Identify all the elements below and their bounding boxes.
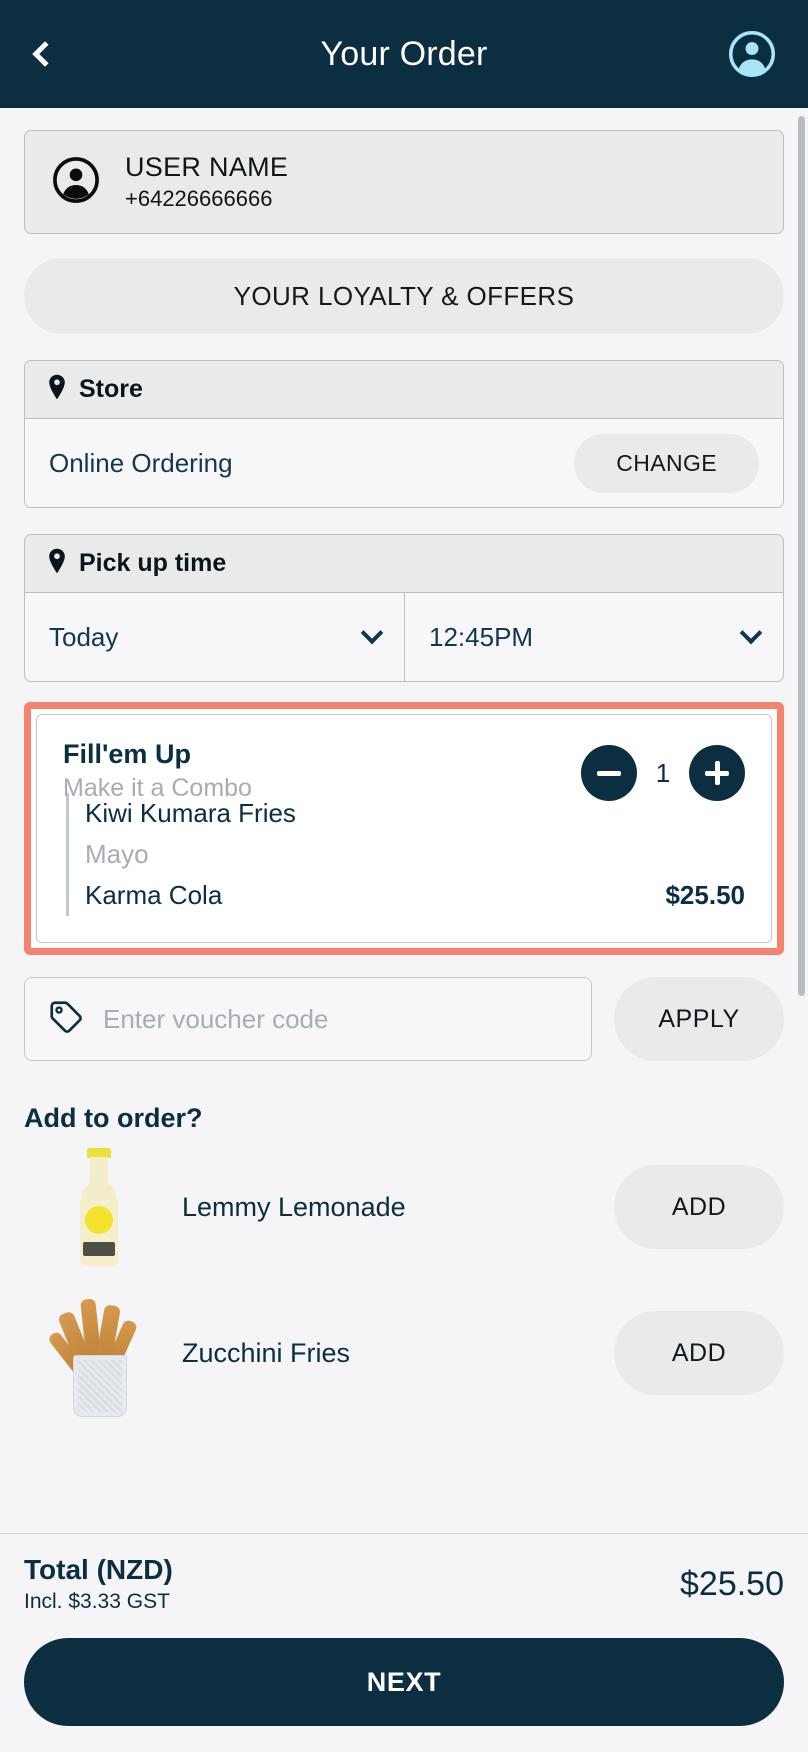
account-circle-icon[interactable]: [726, 28, 778, 80]
product-name: Lemmy Lemonade: [182, 1191, 406, 1222]
gst-label: Incl. $3.33 GST: [24, 1590, 170, 1613]
user-card[interactable]: USER NAME +64226666666: [24, 130, 784, 234]
store-row: Online Ordering CHANGE: [25, 419, 783, 507]
decrease-quantity-button[interactable]: [581, 745, 637, 801]
scroll-body[interactable]: USER NAME +64226666666 YOUR LOYALTY & OF…: [0, 108, 808, 1533]
chevron-down-icon: [739, 621, 763, 645]
pickup-time-card: Pick up time Today 12:45PM: [24, 534, 784, 682]
pickup-time-select[interactable]: 12:45PM: [404, 593, 783, 681]
location-pin-icon: [47, 548, 67, 579]
change-store-button[interactable]: CHANGE: [574, 433, 759, 493]
pickup-day-value: Today: [49, 621, 119, 652]
voucher-input-wrapper[interactable]: [24, 977, 592, 1061]
store-name: Online Ordering: [49, 447, 233, 478]
order-item-name: Fill'em Up: [63, 739, 191, 769]
total-amount: $25.50: [680, 1564, 784, 1603]
chevron-down-icon: [360, 621, 384, 645]
total-label: Total (NZD): [24, 1554, 173, 1585]
lemonade-bottle-image: [24, 1137, 174, 1277]
quantity-stepper: 1: [581, 739, 745, 801]
store-section-label: Store: [79, 375, 143, 403]
product-name: Zucchini Fries: [182, 1337, 351, 1368]
page-title: Your Order: [320, 34, 488, 73]
store-card: Store Online Ordering CHANGE: [24, 360, 784, 508]
pickup-section-label: Pick up time: [79, 549, 227, 577]
fries-basket-image: [24, 1283, 174, 1423]
component-label: Kiwi Kumara Fries: [85, 798, 296, 828]
order-item-highlight: Fill'em Up Make it a Combo 1 Kiwi Kumara…: [24, 702, 784, 955]
list-item: Zucchini Fries ADD: [24, 1280, 784, 1426]
voucher-code-input[interactable]: [103, 1003, 569, 1035]
pickup-selectors: Today 12:45PM: [25, 593, 783, 681]
store-card-header: Store: [25, 361, 783, 419]
avatar: [53, 156, 99, 208]
add-product-button[interactable]: ADD: [614, 1311, 784, 1395]
scrollbar[interactable]: [798, 116, 805, 996]
component-label: Mayo: [85, 839, 149, 869]
minus-icon: [597, 770, 621, 776]
component-label: Karma Cola: [85, 880, 223, 910]
add-product-button[interactable]: ADD: [614, 1165, 784, 1249]
order-screen: Your Order USER NAME +64226666666 YOUR L…: [0, 0, 808, 1752]
tag-icon: [47, 998, 85, 1041]
user-phone: +64226666666: [125, 186, 273, 211]
quantity-value: 1: [655, 757, 671, 788]
increase-quantity-button[interactable]: [689, 745, 745, 801]
order-item-price: $25.50: [665, 880, 745, 910]
pickup-time-value: 12:45PM: [429, 621, 534, 652]
order-item-components: Kiwi Kumara Fries Mayo Karma Cola $25.50: [66, 793, 745, 916]
list-item: Karma Cola $25.50: [85, 875, 745, 916]
app-header: Your Order: [0, 0, 808, 108]
pickup-day-select[interactable]: Today: [25, 593, 404, 681]
list-item: Mayo: [85, 834, 745, 875]
next-button[interactable]: NEXT: [24, 1638, 784, 1726]
order-item-card[interactable]: Fill'em Up Make it a Combo 1 Kiwi Kumara…: [36, 714, 772, 943]
add-to-order-title: Add to order?: [24, 1103, 203, 1133]
pickup-card-header: Pick up time: [25, 535, 783, 593]
user-name: USER NAME: [125, 152, 289, 182]
chevron-left-icon: [32, 41, 58, 67]
apply-voucher-button[interactable]: APPLY: [614, 977, 784, 1061]
voucher-row: APPLY: [24, 977, 784, 1061]
location-pin-icon: [47, 374, 67, 405]
back-button[interactable]: [30, 32, 74, 76]
next-button-label: NEXT: [366, 1666, 442, 1697]
plus-icon: [705, 761, 729, 785]
list-item: Lemmy Lemonade ADD: [24, 1134, 784, 1280]
order-footer: Total (NZD) Incl. $3.33 GST $25.50 NEXT: [0, 1533, 808, 1752]
total-row: Total (NZD) Incl. $3.33 GST $25.50: [24, 1554, 784, 1614]
loyalty-offers-label: YOUR LOYALTY & OFFERS: [233, 280, 575, 311]
loyalty-offers-button[interactable]: YOUR LOYALTY & OFFERS: [24, 258, 784, 334]
